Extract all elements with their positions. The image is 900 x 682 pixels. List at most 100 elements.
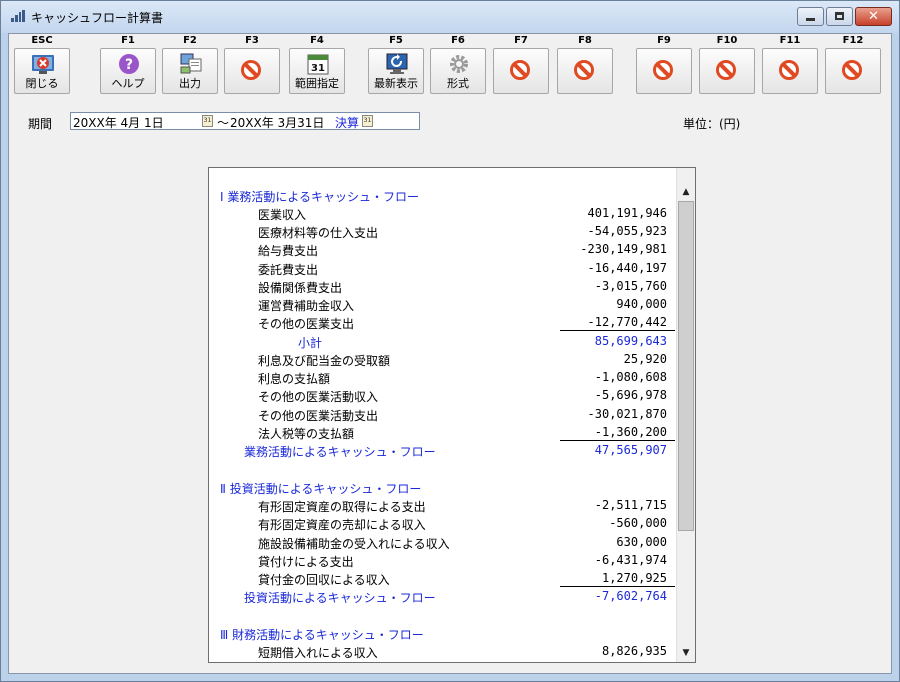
scroll-down-arrow-icon[interactable]: ▼ bbox=[678, 645, 694, 662]
function-key-toolbar: ESC 閉じる F1 ? ヘルプ F2 出力 F3 F4 31 範囲指定 F5 … bbox=[9, 34, 891, 98]
table-row: 医業収入 401,191,946 bbox=[258, 206, 667, 222]
table-row: 短期借入れによる収入 8,826,935 bbox=[258, 644, 667, 660]
f10-key: F10 bbox=[696, 34, 758, 96]
refresh-button-label: 最新表示 bbox=[374, 77, 418, 90]
fkey-label: F10 bbox=[716, 35, 738, 46]
f10-button[interactable] bbox=[699, 48, 755, 94]
disabled-icon bbox=[653, 60, 673, 80]
svg-text:31: 31 bbox=[311, 63, 325, 74]
section2-total-row: 投資活動によるキャッシュ・フロー -7,602,764 bbox=[244, 589, 667, 605]
fkey-label: ESC bbox=[31, 35, 53, 46]
fkey-label: F11 bbox=[779, 35, 801, 46]
vertical-scrollbar[interactable]: ▲ ▼ bbox=[676, 168, 695, 662]
f8-key: F8 bbox=[554, 34, 616, 96]
close-x-icon: ✕ bbox=[868, 9, 879, 24]
cashflow-report[interactable]: Ⅰ 業務活動によるキャッシュ・フロー 医業収入 401,191,946 医療材料等… bbox=[208, 167, 696, 663]
f3-key: F3 bbox=[221, 34, 283, 96]
f8-button[interactable] bbox=[557, 48, 613, 94]
f7-button[interactable] bbox=[493, 48, 549, 94]
range-button[interactable]: 31 範囲指定 bbox=[289, 48, 345, 94]
fkey-label: F12 bbox=[842, 35, 864, 46]
esc-key: ESC 閉じる bbox=[11, 34, 73, 96]
disabled-icon bbox=[779, 60, 799, 80]
fkey-label: F9 bbox=[657, 35, 671, 46]
window-close-button[interactable]: ✕ bbox=[855, 7, 892, 26]
fkey-label: F7 bbox=[514, 35, 528, 46]
maximize-button[interactable] bbox=[826, 7, 853, 26]
format-button-label: 形式 bbox=[447, 77, 469, 90]
fkey-label: F6 bbox=[451, 35, 465, 46]
application-window: キャッシュフロー計算書 ✕ ESC 閉じる F1 ? ヘルプ F2 出力 F3 … bbox=[0, 0, 900, 682]
scroll-thumb[interactable] bbox=[678, 201, 694, 531]
table-row: 有形固定資産の取得による支出 -2,511,715 bbox=[258, 498, 667, 514]
minimize-icon bbox=[806, 18, 815, 21]
subtotal-rule bbox=[560, 330, 675, 331]
total-rule bbox=[560, 586, 675, 587]
table-row: 利息及び配当金の受取額 25,920 bbox=[258, 352, 667, 368]
range-button-label: 範囲指定 bbox=[295, 77, 339, 90]
f11-key: F11 bbox=[759, 34, 821, 96]
fkey-label: F4 bbox=[310, 35, 324, 46]
format-button[interactable]: 形式 bbox=[430, 48, 486, 94]
refresh-icon bbox=[386, 53, 408, 74]
output-button[interactable]: 出力 bbox=[162, 48, 218, 94]
disabled-icon bbox=[574, 60, 594, 80]
refresh-button[interactable]: 最新表示 bbox=[368, 48, 424, 94]
svg-text:?: ? bbox=[125, 57, 133, 73]
table-row: 給与費支出 -230,149,981 bbox=[258, 242, 667, 258]
f9-key: F9 bbox=[633, 34, 695, 96]
fkey-label: F2 bbox=[183, 35, 197, 46]
help-button[interactable]: ? ヘルプ bbox=[100, 48, 156, 94]
table-row: 委託費支出 -16,440,197 bbox=[258, 261, 667, 277]
period-field[interactable]: 20XX年 4月 1日 31 ～ 20XX年 3月31日 決算 31 bbox=[70, 112, 420, 130]
start-date[interactable]: 20XX年 4月 1日 bbox=[73, 114, 164, 131]
f6-key: F6 形式 bbox=[427, 34, 489, 96]
table-row: 利息の支払額 -1,080,608 bbox=[258, 370, 667, 386]
disabled-icon bbox=[510, 60, 530, 80]
unit-label: 単位：(円) bbox=[683, 117, 741, 131]
f11-button[interactable] bbox=[762, 48, 818, 94]
fkey-label: F1 bbox=[121, 35, 135, 46]
title-bar[interactable]: キャッシュフロー計算書 ✕ bbox=[1, 1, 899, 33]
table-row: 有形固定資産の売却による収入 -560,000 bbox=[258, 516, 667, 532]
table-row: 設備関係費支出 -3,015,760 bbox=[258, 279, 667, 295]
disabled-icon bbox=[241, 60, 261, 80]
table-row: 貸付けによる支出 -6,431,974 bbox=[258, 553, 667, 569]
close-icon bbox=[32, 55, 54, 74]
f12-key: F12 bbox=[822, 34, 884, 96]
period-row: 期間 20XX年 4月 1日 31 ～ 20XX年 3月31日 決算 31 単位… bbox=[9, 110, 891, 134]
end-calendar-icon[interactable]: 31 bbox=[362, 115, 373, 127]
output-icon bbox=[180, 53, 202, 74]
table-row: 施設設備補助金の受入れによる収入 630,000 bbox=[258, 535, 667, 551]
section1-total-row: 業務活動によるキャッシュ・フロー 47,565,907 bbox=[244, 443, 667, 459]
window-title: キャッシュフロー計算書 bbox=[31, 11, 164, 25]
output-button-label: 出力 bbox=[179, 77, 201, 90]
total-rule bbox=[560, 440, 675, 441]
fkey-label: F8 bbox=[578, 35, 592, 46]
end-date[interactable]: 20XX年 3月31日 bbox=[230, 114, 324, 131]
gear-icon bbox=[450, 55, 468, 73]
closing-label: 決算 bbox=[335, 116, 360, 130]
calendar-icon: 31 bbox=[307, 54, 329, 75]
f9-button[interactable] bbox=[636, 48, 692, 94]
f7-key: F7 bbox=[490, 34, 552, 96]
f5-key: F5 最新表示 bbox=[365, 34, 427, 96]
start-calendar-icon[interactable]: 31 bbox=[202, 115, 213, 127]
minimize-button[interactable] bbox=[797, 7, 824, 26]
help-icon: ? bbox=[119, 54, 139, 74]
section2-heading: Ⅱ 投資活動によるキャッシュ・フロー bbox=[220, 482, 422, 496]
help-button-label: ヘルプ bbox=[111, 77, 145, 90]
close-button[interactable]: 閉じる bbox=[14, 48, 70, 94]
table-row: 医療材料等の仕入支出 -54,055,923 bbox=[258, 224, 667, 240]
period-label: 期間 bbox=[28, 117, 53, 131]
table-row: 運営費補助金収入 940,000 bbox=[258, 297, 667, 313]
disabled-icon bbox=[716, 60, 736, 80]
scroll-up-arrow-icon[interactable]: ▲ bbox=[678, 184, 694, 201]
f3-button[interactable] bbox=[224, 48, 280, 94]
subtotal-row: 小計 85,699,643 bbox=[298, 334, 667, 350]
app-chart-icon bbox=[11, 10, 25, 22]
f4-key: F4 31 範囲指定 bbox=[286, 34, 348, 96]
section3-heading: Ⅲ 財務活動によるキャッシュ・フロー bbox=[220, 628, 424, 642]
f12-button[interactable] bbox=[825, 48, 881, 94]
f1-key: F1 ? ヘルプ bbox=[97, 34, 159, 96]
